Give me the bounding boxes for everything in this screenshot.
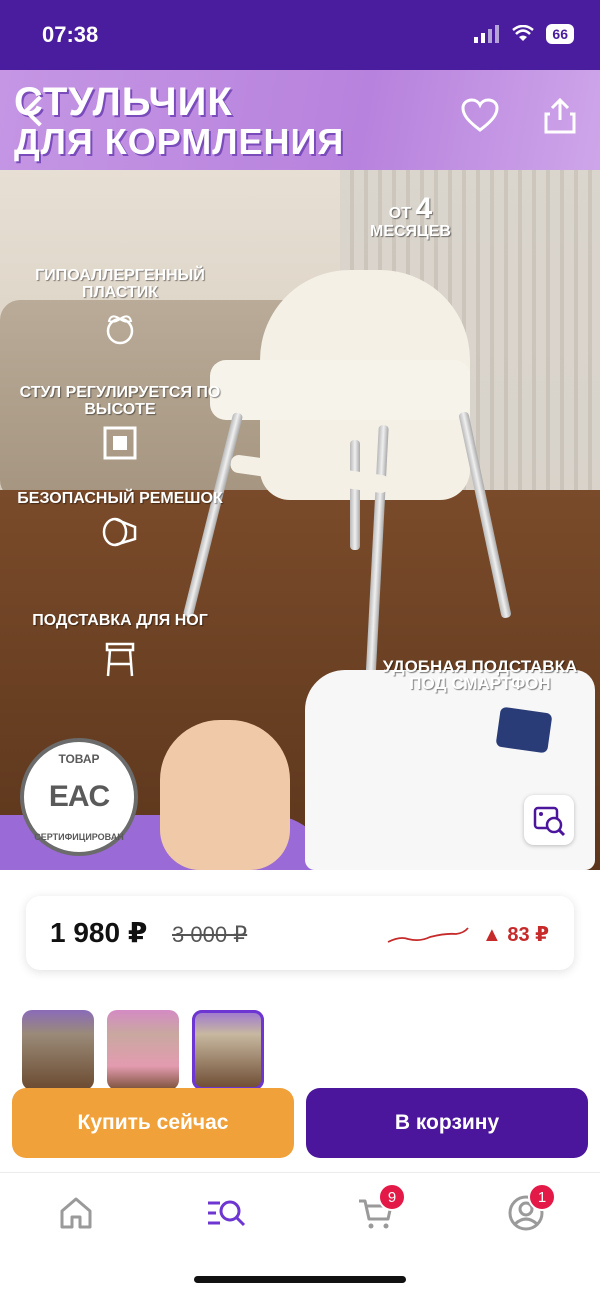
current-price: 1 980 ₽	[50, 917, 148, 948]
profile-tab[interactable]: 1	[506, 1183, 556, 1233]
leaf-globe-icon	[106, 315, 134, 345]
strap-icon	[102, 517, 137, 547]
feature-label: ПОДСТАВКА ДЛЯ НОГ	[32, 612, 208, 629]
thumbnail-image[interactable]	[107, 1010, 179, 1090]
catalog-search-icon[interactable]	[206, 1193, 246, 1233]
wifi-icon	[512, 25, 535, 41]
buy-now-button[interactable]: Купить сейчас	[12, 1088, 294, 1158]
eac-top-text: ТОВАР	[58, 752, 100, 766]
add-to-cart-button[interactable]: В корзину	[306, 1088, 588, 1158]
cart-tab[interactable]: 9	[356, 1183, 406, 1233]
product-hero-image[interactable]: СТУЛЬЧИК ДЛЯ КОРМЛЕНИЯ ОТ 4 МЕСЯЦЕВ ГИПО…	[0, 70, 600, 870]
footrest-icon	[105, 642, 135, 677]
thumbnail-strip	[22, 1010, 264, 1090]
feature-height-adjust: СТУЛ РЕГУЛИРУЕТСЯ ПО ВЫСОТЕ	[0, 384, 240, 462]
smartphone-on-tray	[495, 706, 553, 754]
status-bar: 07:38 66	[0, 0, 600, 70]
eac-certification-seal: ТОВАР EAC СЕРТИФИЦИРОВАН	[20, 738, 138, 856]
share-icon[interactable]	[540, 96, 580, 136]
thumbnail-image[interactable]	[22, 1010, 94, 1090]
cart-badge: 9	[378, 1183, 406, 1211]
status-icons: 66	[474, 24, 574, 44]
price-trend-chart	[387, 927, 469, 943]
feature-footrest: ПОДСТАВКА ДЛЯ НОГ	[0, 612, 240, 683]
chair-leg	[350, 440, 360, 550]
feature-label: ГИПОАЛЛЕРГЕННЫЙ ПЛАСТИК	[35, 267, 205, 301]
price-change: ▲ 83 ₽	[482, 924, 550, 946]
eac-bottom-text: СЕРТИФИЦИРОВАН	[34, 832, 124, 842]
battery-indicator: 66	[546, 24, 574, 44]
visual-search-icon[interactable]	[524, 795, 574, 845]
age-badge: ОТ 4 МЕСЯЦЕВ	[370, 194, 451, 241]
favorite-heart-icon[interactable]	[460, 96, 500, 136]
signal-icon	[474, 25, 500, 43]
eac-mark: EAC	[48, 780, 110, 813]
price-card[interactable]: 1 980 ₽ 3 000 ₽ ▲ 83 ₽	[26, 896, 574, 970]
old-price: 3 000 ₽	[172, 922, 248, 947]
status-time: 07:38	[42, 22, 99, 47]
age-suffix: МЕСЯЦЕВ	[370, 223, 451, 240]
feature-safety-strap: БЕЗОПАСНЫЙ РЕМЕШОК	[0, 490, 240, 551]
baby-figure	[160, 720, 290, 870]
age-prefix: ОТ	[388, 205, 412, 222]
feature-hypoallergenic: ГИПОАЛЛЕРГЕННЫЙ ПЛАСТИК	[0, 267, 240, 345]
age-number: 4	[415, 192, 433, 225]
high-chair-tray	[210, 360, 470, 420]
home-indicator	[194, 1276, 406, 1283]
profile-badge: 1	[528, 1183, 556, 1211]
hero-title-line2: ДЛЯ КОРМЛЕНИЯ	[14, 121, 345, 162]
feature-label: БЕЗОПАСНЫЙ РЕМЕШОК	[17, 490, 223, 507]
phone-stand-note: УДОБНАЯ ПОДСТАВКА ПОД СМАРТФОН	[382, 657, 578, 693]
height-adjust-icon	[103, 426, 137, 460]
thumbnail-image-selected[interactable]	[192, 1010, 264, 1090]
home-icon[interactable]	[56, 1193, 96, 1233]
hero-title: СТУЛЬЧИК ДЛЯ КОРМЛЕНИЯ	[14, 82, 344, 160]
feature-label: СТУЛ РЕГУЛИРУЕТСЯ ПО ВЫСОТЕ	[19, 384, 221, 418]
